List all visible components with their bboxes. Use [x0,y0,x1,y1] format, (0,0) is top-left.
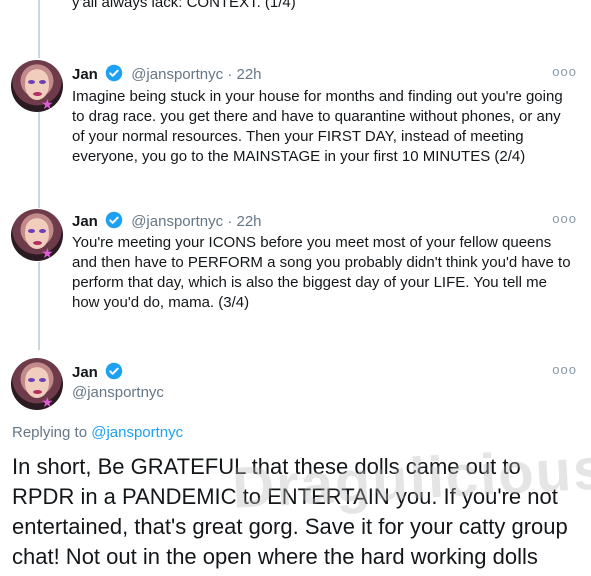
thread-line [38,112,40,208]
replying-to-link[interactable]: @jansportnyc [91,424,183,441]
replying-to-label: Replying to [12,424,88,441]
tweet-header: Jan @jansportnyc · 22h [72,64,262,85]
avatar[interactable]: ★ [11,358,63,410]
verified-badge-icon [105,211,123,229]
display-name[interactable]: Jan [72,66,98,83]
separator-dot: · [227,213,233,230]
timestamp[interactable]: 22h [236,213,261,230]
user-handle[interactable]: @jansportnyc [131,213,223,230]
replying-to: Replying to @jansportnyc [12,424,183,441]
verified-badge-icon [105,64,123,82]
display-name[interactable]: Jan [72,364,98,381]
display-name[interactable]: Jan [72,213,98,230]
user-handle[interactable]: @jansportnyc [72,384,164,401]
previous-tweet-text: y'all always lack: CONTEXT. (1/4) [72,0,296,11]
tweet-header: Jan @jansportnyc · 22h [72,211,262,232]
main-tweet-text: In short, Be GRATEFUL that these dolls c… [12,454,568,569]
tweet-text: Imagine being stuck in your house for mo… [72,88,563,165]
more-horizontal-icon[interactable]: ooo [552,64,577,79]
thread-line [38,262,40,350]
more-horizontal-icon[interactable]: ooo [552,211,577,226]
thread-line [38,0,40,58]
avatar[interactable]: ★ [11,60,63,112]
separator-dot: · [227,66,233,83]
verified-badge-icon [105,362,123,380]
avatar[interactable]: ★ [11,209,63,261]
main-header: Jan [72,362,127,381]
tweet-text: You're meeting your ICONS before you mee… [72,234,571,311]
more-horizontal-icon[interactable]: ooo [552,362,577,377]
user-handle[interactable]: @jansportnyc [131,66,223,83]
timestamp[interactable]: 22h [236,66,261,83]
